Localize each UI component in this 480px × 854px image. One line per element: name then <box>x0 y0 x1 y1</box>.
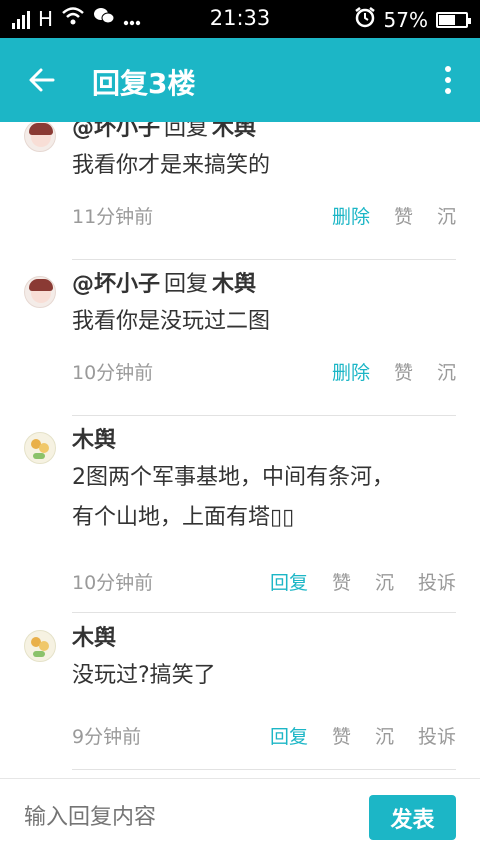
like-button[interactable]: 赞 <box>332 722 351 749</box>
comment-content-line: 2图两个军事基地，中间有条河， <box>72 465 394 490</box>
back-arrow-icon[interactable] <box>26 64 58 96</box>
sink-button[interactable]: 沉 <box>437 202 456 229</box>
report-button[interactable]: 投诉 <box>418 722 456 749</box>
comment-author[interactable]: @坏小子 <box>72 122 160 141</box>
comment-author[interactable]: 木舆 <box>72 626 116 651</box>
comment-content: 我看你是没玩过二图 <box>72 309 271 334</box>
comment-meta: 11分钟前 删除 赞 沉 <box>72 202 456 230</box>
delete-button[interactable]: 删除 <box>332 202 370 229</box>
alarm-icon <box>354 6 376 33</box>
divider <box>72 769 456 770</box>
avatar[interactable] <box>24 432 56 464</box>
overflow-menu-icon[interactable] <box>444 66 452 94</box>
comment-author[interactable]: @坏小子 <box>72 272 160 297</box>
send-button[interactable]: 发表 <box>369 795 456 840</box>
comment-content: 没玩过?搞笑了 <box>72 663 216 688</box>
avatar[interactable] <box>24 630 56 662</box>
comment-header: @坏小子 回复 木舆 <box>72 122 256 142</box>
battery-percent: 57% <box>383 7 428 32</box>
reply-word: 回复 <box>164 272 209 297</box>
comment-author[interactable]: 木舆 <box>72 428 116 453</box>
delete-button[interactable]: 删除 <box>332 358 370 385</box>
divider <box>72 612 456 613</box>
comment-time: 9分钟前 <box>72 726 142 748</box>
reply-target[interactable]: 木舆 <box>212 122 256 141</box>
comment-content: 我看你才是来搞笑的 <box>72 153 271 178</box>
comment-meta: 10分钟前 删除 赞 沉 <box>72 358 456 386</box>
like-button[interactable]: 赞 <box>332 568 351 595</box>
reply-button[interactable]: 回复 <box>270 568 308 595</box>
comment-time: 11分钟前 <box>72 206 154 228</box>
reply-target[interactable]: 木舆 <box>212 272 256 297</box>
comment-header: 木舆 <box>72 422 116 454</box>
comment-content-line: 有个山地，上面有塔▯▯ <box>72 505 295 530</box>
comment-meta: 10分钟前 回复 赞 沉 投诉 <box>72 568 456 596</box>
divider <box>72 259 456 260</box>
sink-button[interactable]: 沉 <box>375 722 394 749</box>
battery-icon <box>436 11 471 28</box>
sink-button[interactable]: 沉 <box>375 568 394 595</box>
reply-button[interactable]: 回复 <box>270 722 308 749</box>
divider <box>72 415 456 416</box>
comment-meta: 9分钟前 回复 赞 沉 投诉 <box>72 722 456 750</box>
sink-button[interactable]: 沉 <box>437 358 456 385</box>
page-title: 回复3楼 <box>92 67 196 100</box>
comment-time: 10分钟前 <box>72 362 154 384</box>
comment-header: 木舆 <box>72 620 116 652</box>
status-bar: H 21:33 57% <box>0 0 480 38</box>
reply-bar: 发表 <box>0 778 480 854</box>
comment-list[interactable]: @坏小子 回复 木舆 我看你才是来搞笑的 11分钟前 删除 赞 沉 @坏小子 回复 木舆… <box>0 122 480 778</box>
like-button[interactable]: 赞 <box>394 202 413 229</box>
avatar[interactable] <box>24 122 56 152</box>
comment-time: 10分钟前 <box>72 572 154 594</box>
app-bar: 回复3楼 <box>0 38 480 122</box>
reply-input[interactable] <box>24 801 344 833</box>
report-button[interactable]: 投诉 <box>418 568 456 595</box>
reply-word: 回复 <box>164 122 209 141</box>
avatar[interactable] <box>24 276 56 308</box>
like-button[interactable]: 赞 <box>394 358 413 385</box>
comment-header: @坏小子 回复 木舆 <box>72 266 256 298</box>
comment-content: 2图两个军事基地，中间有条河， 有个山地，上面有塔▯▯ <box>72 458 462 538</box>
